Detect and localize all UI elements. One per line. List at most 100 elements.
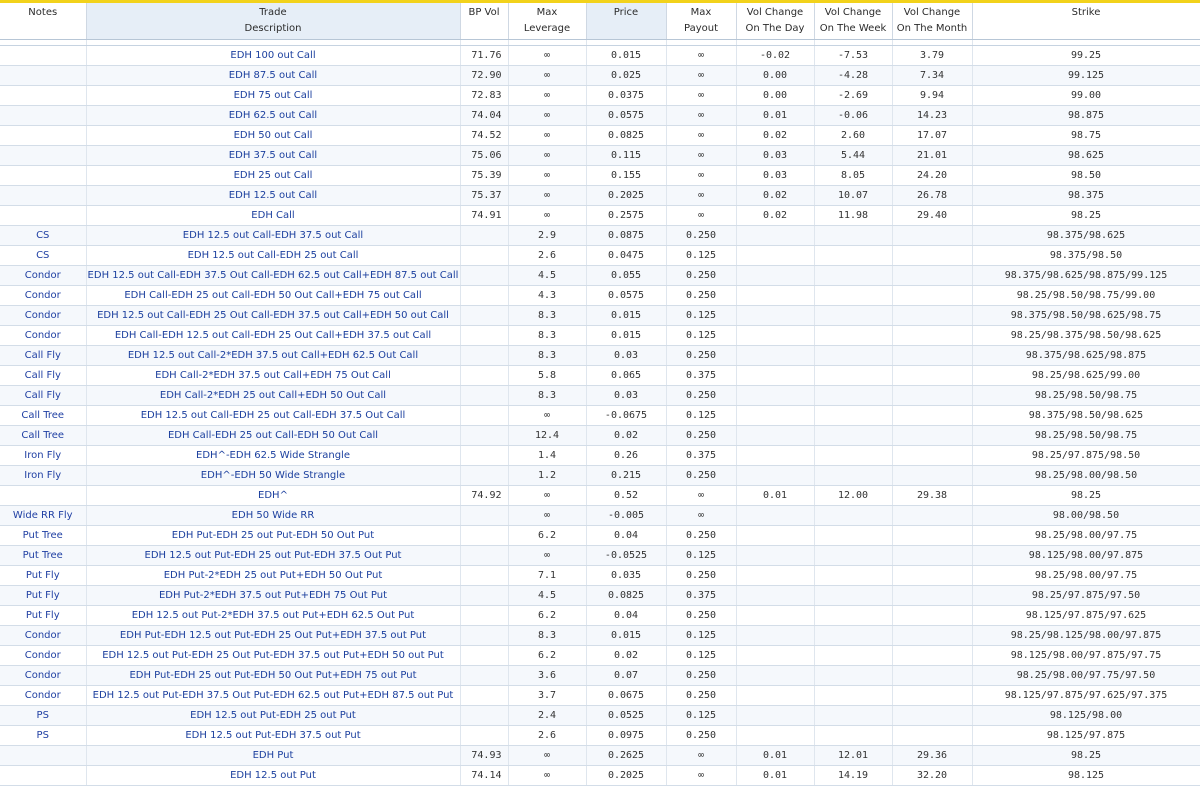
cell-trade-description[interactable]: EDH 62.5 out Call bbox=[86, 105, 461, 126]
table-row[interactable]: Condor EDH Put-EDH 25 out Put-EDH 50 Out … bbox=[0, 665, 1200, 686]
cell-trade-description[interactable]: EDH Put-EDH 25 out Put-EDH 50 Out Put bbox=[86, 525, 461, 546]
cell-trade-description[interactable]: EDH 12.5 out Call-EDH 25 Out Call-EDH 37… bbox=[86, 305, 461, 326]
table-row[interactable]: EDH Call 74.91 ∞ 0.2575 ∞ 0.02 11.98 29.40 98.25 bbox=[0, 205, 1200, 226]
cell-trade-description[interactable]: EDH Put-EDH 12.5 out Put-EDH 25 Out Put+… bbox=[86, 625, 461, 646]
table-row[interactable]: Put Tree EDH 12.5 out Put-EDH 25 out Put-… bbox=[0, 545, 1200, 566]
cell-trade-description[interactable]: EDH 12.5 out Call-EDH 37.5 Out Call-EDH … bbox=[86, 265, 461, 286]
table-row[interactable]: CS EDH 12.5 out Call-EDH 25 out Call 2.6 0.… bbox=[0, 245, 1200, 266]
table-row[interactable]: Call Tree EDH Call-EDH 25 out Call-EDH 50… bbox=[0, 425, 1200, 446]
col-header-price[interactable]: Price bbox=[586, 3, 667, 40]
col-header-trade-description[interactable]: Trade Description bbox=[86, 3, 461, 40]
col-header-vol-change-day[interactable]: Vol Change On The Day bbox=[736, 3, 815, 40]
cell-trade-description[interactable]: EDH Put bbox=[86, 745, 461, 766]
table-row[interactable]: Call Tree EDH 12.5 out Call-EDH 25 out Ca… bbox=[0, 405, 1200, 426]
table-row[interactable]: EDH 75 out Call 72.83 ∞ 0.0375 ∞ 0.00 -2.69 9.9… bbox=[0, 85, 1200, 106]
cell-vol-change-day bbox=[736, 465, 815, 486]
col-header-vol-day-label-1: Vol Change bbox=[746, 7, 804, 18]
table-row[interactable]: PS EDH 12.5 out Put-EDH 37.5 out Put 2.6 0.… bbox=[0, 725, 1200, 746]
col-header-strike[interactable]: Strike bbox=[972, 3, 1200, 40]
table-row[interactable]: EDH 62.5 out Call 74.04 ∞ 0.0575 ∞ 0.01 -0.06 1… bbox=[0, 105, 1200, 126]
cell-strike: 98.25 bbox=[972, 205, 1200, 226]
col-header-notes[interactable]: Notes bbox=[0, 3, 87, 40]
cell-trade-description[interactable]: EDH 12.5 out Put-EDH 25 out Put-EDH 37.5… bbox=[86, 545, 461, 566]
col-header-max-leverage[interactable]: Max Leverage bbox=[508, 3, 587, 40]
table-row[interactable]: EDH 12.5 out Put 74.14 ∞ 0.2025 ∞ 0.01 14.19 32… bbox=[0, 765, 1200, 786]
cell-trade-description[interactable]: EDH 12.5 out Put-EDH 37.5 Out Put-EDH 62… bbox=[86, 685, 461, 706]
cell-trade-description[interactable]: EDH 37.5 out Call bbox=[86, 145, 461, 166]
table-row[interactable]: Call Fly EDH 12.5 out Call-2*EDH 37.5 out… bbox=[0, 345, 1200, 366]
table-row[interactable]: Condor EDH Call-EDH 12.5 out Call-EDH 25 … bbox=[0, 325, 1200, 346]
cell-trade-description[interactable]: EDH 12.5 out Call-2*EDH 37.5 out Call+ED… bbox=[86, 345, 461, 366]
cell-vol-change-month: 21.01 bbox=[892, 145, 973, 166]
cell-trade-description[interactable]: EDH^ bbox=[86, 485, 461, 506]
table-row[interactable]: EDH 37.5 out Call 75.06 ∞ 0.115 ∞ 0.03 5.44 21.… bbox=[0, 145, 1200, 166]
cell-trade-description[interactable]: EDH 12.5 out Put-EDH 25 Out Put-EDH 37.5… bbox=[86, 645, 461, 666]
cell-max-payout: ∞ bbox=[666, 125, 737, 146]
table-row[interactable]: EDH 25 out Call 75.39 ∞ 0.155 ∞ 0.03 8.05 24.20… bbox=[0, 165, 1200, 186]
cell-trade-description[interactable]: EDH Put-2*EDH 37.5 out Put+EDH 75 Out Pu… bbox=[86, 585, 461, 606]
cell-trade-description[interactable]: EDH Call-2*EDH 37.5 out Call+EDH 75 Out … bbox=[86, 365, 461, 386]
table-row[interactable]: Condor EDH 12.5 out Call-EDH 25 Out Call-… bbox=[0, 305, 1200, 326]
cell-trade-description[interactable]: EDH Put-EDH 25 out Put-EDH 50 Out Put+ED… bbox=[86, 665, 461, 686]
cell-notes bbox=[0, 45, 87, 66]
table-row[interactable]: Iron Fly EDH^-EDH 50 Wide Strangle 1.2 0.21… bbox=[0, 465, 1200, 486]
cell-trade-description[interactable]: EDH 12.5 out Call bbox=[86, 185, 461, 206]
cell-trade-description[interactable]: EDH 12.5 out Put-2*EDH 37.5 out Put+EDH … bbox=[86, 605, 461, 626]
table-row[interactable]: Iron Fly EDH^-EDH 62.5 Wide Strangle 1.4 0.… bbox=[0, 445, 1200, 466]
table-row[interactable]: Put Fly EDH Put-2*EDH 25 out Put+EDH 50 O… bbox=[0, 565, 1200, 586]
table-row[interactable]: Put Fly EDH 12.5 out Put-2*EDH 37.5 out P… bbox=[0, 605, 1200, 626]
cell-trade-description[interactable]: EDH 12.5 out Call-EDH 37.5 out Call bbox=[86, 225, 461, 246]
table-row[interactable]: EDH 87.5 out Call 72.90 ∞ 0.025 ∞ 0.00 -4.28 7.… bbox=[0, 65, 1200, 86]
cell-trade-description[interactable]: EDH Call bbox=[86, 205, 461, 226]
cell-vol-change-week bbox=[814, 445, 893, 466]
cell-trade-description[interactable]: EDH 87.5 out Call bbox=[86, 65, 461, 86]
cell-trade-description[interactable]: EDH 12.5 out Call-EDH 25 out Call-EDH 37… bbox=[86, 405, 461, 426]
cell-trade-description[interactable]: EDH Call-2*EDH 25 out Call+EDH 50 Out Ca… bbox=[86, 385, 461, 406]
cell-vol-change-week bbox=[814, 225, 893, 246]
cell-price: 0.015 bbox=[586, 305, 667, 326]
cell-trade-description[interactable]: EDH^-EDH 50 Wide Strangle bbox=[86, 465, 461, 486]
cell-trade-description[interactable]: EDH^-EDH 62.5 Wide Strangle bbox=[86, 445, 461, 466]
table-row[interactable]: Condor EDH 12.5 out Put-EDH 25 Out Put-ED… bbox=[0, 645, 1200, 666]
cell-max-leverage: 4.5 bbox=[508, 265, 587, 286]
cell-trade-description[interactable]: EDH 12.5 out Put-EDH 37.5 out Put bbox=[86, 725, 461, 746]
cell-notes: Call Fly bbox=[0, 385, 87, 406]
table-row[interactable]: Condor EDH 12.5 out Put-EDH 37.5 Out Put-… bbox=[0, 685, 1200, 706]
table-row[interactable]: Condor EDH Call-EDH 25 out Call-EDH 50 Ou… bbox=[0, 285, 1200, 306]
table-row[interactable]: PS EDH 12.5 out Put-EDH 25 out Put 2.4 0.05… bbox=[0, 705, 1200, 726]
col-header-max-payout[interactable]: Max Payout bbox=[666, 3, 737, 40]
table-row[interactable]: Condor EDH Put-EDH 12.5 out Put-EDH 25 Ou… bbox=[0, 625, 1200, 646]
cell-trade-description[interactable]: EDH 25 out Call bbox=[86, 165, 461, 186]
cell-notes bbox=[0, 125, 87, 146]
table-row[interactable]: Wide RR Fly EDH 50 Wide RR ∞ -0.005 ∞ 98.00/9… bbox=[0, 505, 1200, 526]
cell-trade-description[interactable]: EDH 50 Wide RR bbox=[86, 505, 461, 526]
table-row[interactable]: CS EDH 12.5 out Call-EDH 37.5 out Call 2.9… bbox=[0, 225, 1200, 246]
table-row[interactable]: EDH 50 out Call 74.52 ∞ 0.0825 ∞ 0.02 2.60 17.0… bbox=[0, 125, 1200, 146]
cell-trade-description[interactable]: EDH 50 out Call bbox=[86, 125, 461, 146]
table-row[interactable]: Call Fly EDH Call-2*EDH 25 out Call+EDH 5… bbox=[0, 385, 1200, 406]
cell-trade-description[interactable]: EDH Call-EDH 25 out Call-EDH 50 Out Call… bbox=[86, 285, 461, 306]
cell-trade-description[interactable]: EDH Call-EDH 25 out Call-EDH 50 Out Call bbox=[86, 425, 461, 446]
table-row[interactable]: EDH 100 out Call 71.76 ∞ 0.015 ∞ -0.02 -7.53 3.… bbox=[0, 45, 1200, 66]
table-row[interactable]: EDH^ 74.92 ∞ 0.52 ∞ 0.01 12.00 29.38 98.25 bbox=[0, 485, 1200, 506]
cell-trade-description[interactable]: EDH Put-2*EDH 25 out Put+EDH 50 Out Put bbox=[86, 565, 461, 586]
cell-trade-description[interactable]: EDH 12.5 out Call-EDH 25 out Call bbox=[86, 245, 461, 266]
col-header-bp-vol[interactable]: BP Vol bbox=[460, 3, 509, 40]
col-header-vol-change-month[interactable]: Vol Change On The Month bbox=[892, 3, 973, 40]
table-row[interactable]: EDH 12.5 out Call 75.37 ∞ 0.2025 ∞ 0.02 10.07 2… bbox=[0, 185, 1200, 206]
cell-max-leverage: 2.9 bbox=[508, 225, 587, 246]
table-row[interactable]: Put Fly EDH Put-2*EDH 37.5 out Put+EDH 75… bbox=[0, 585, 1200, 606]
table-row[interactable]: Condor EDH 12.5 out Call-EDH 37.5 Out Cal… bbox=[0, 265, 1200, 286]
cell-trade-description[interactable]: EDH 75 out Call bbox=[86, 85, 461, 106]
table-row[interactable]: Put Tree EDH Put-EDH 25 out Put-EDH 50 Ou… bbox=[0, 525, 1200, 546]
cell-trade-description[interactable]: EDH 12.5 out Put-EDH 25 out Put bbox=[86, 705, 461, 726]
table-row[interactable]: Call Fly EDH Call-2*EDH 37.5 out Call+EDH… bbox=[0, 365, 1200, 386]
cell-vol-change-month bbox=[892, 265, 973, 286]
cell-vol-change-month bbox=[892, 365, 973, 386]
cell-trade-description[interactable]: EDH 12.5 out Put bbox=[86, 765, 461, 786]
cell-trade-description[interactable]: EDH Call-EDH 12.5 out Call-EDH 25 Out Ca… bbox=[86, 325, 461, 346]
table-row[interactable]: EDH Put 74.93 ∞ 0.2625 ∞ 0.01 12.01 29.36 98.25 bbox=[0, 745, 1200, 766]
cell-trade-description[interactable]: EDH 100 out Call bbox=[86, 45, 461, 66]
col-header-vol-change-week[interactable]: Vol Change On The Week bbox=[814, 3, 893, 40]
cell-vol-change-month bbox=[892, 245, 973, 266]
